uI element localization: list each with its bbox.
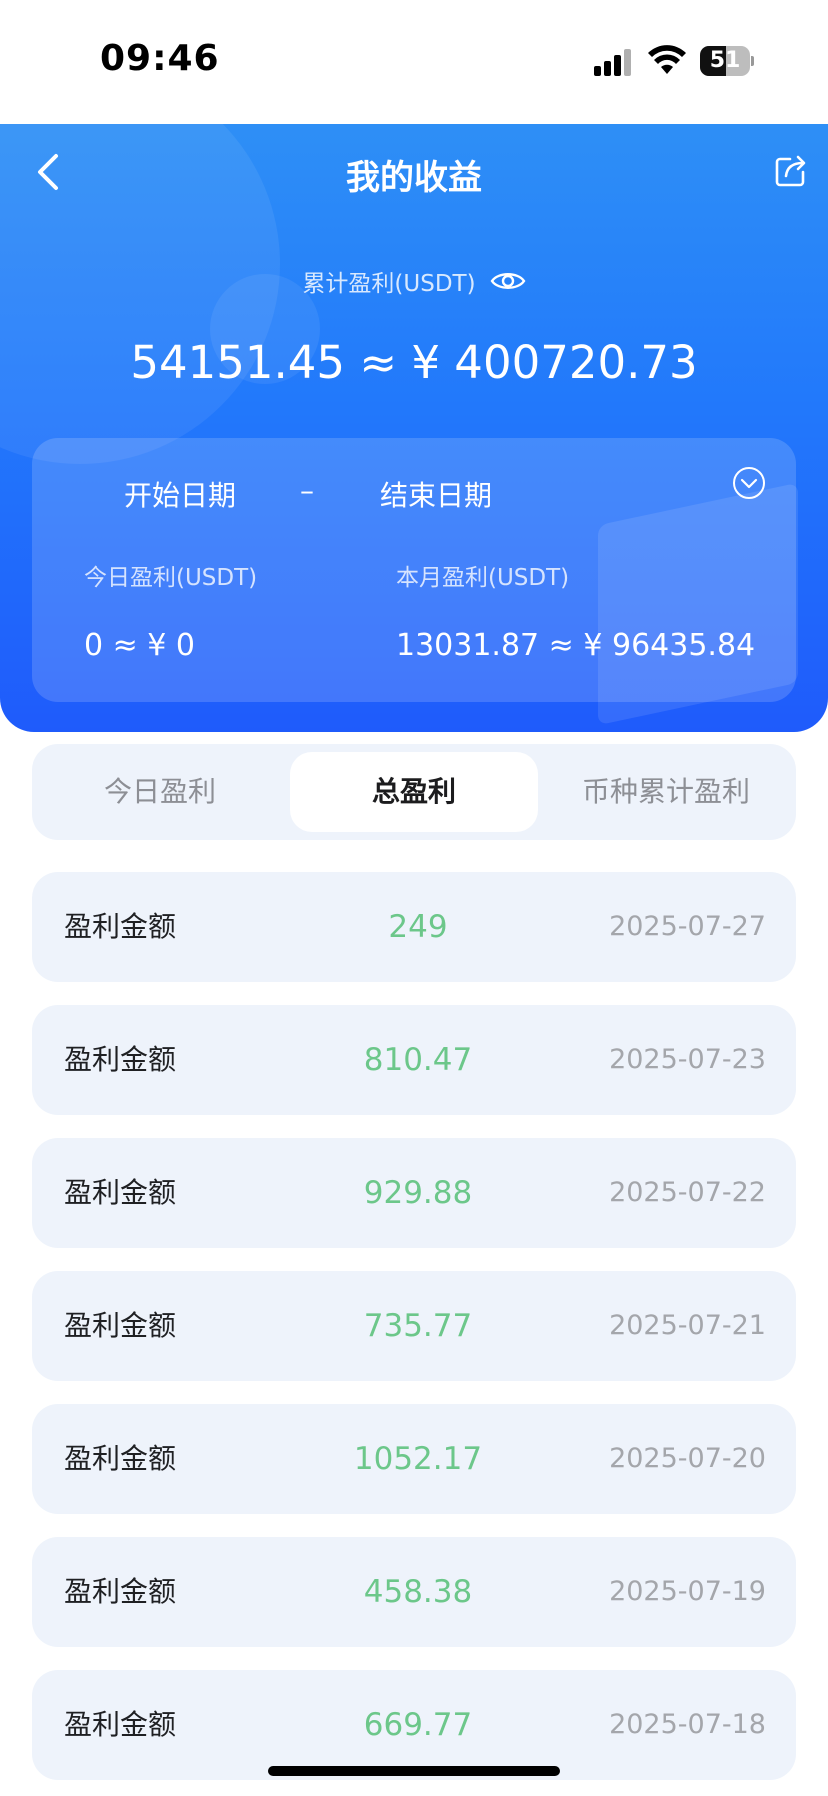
profit-amount-label: 盈利金额 (64, 1442, 177, 1475)
total-profit-value: 54151.45 ≈ ¥ 400720.73 (130, 336, 698, 389)
tab-today-profit[interactable]: 今日盈利 (40, 752, 280, 832)
profit-date: 2025-07-22 (609, 1177, 766, 1208)
today-profit-value: 0 ≈ ¥ 0 (84, 628, 196, 663)
profit-amount-value: 669.77 (363, 1707, 473, 1743)
status-bar: 09:46 51 (0, 0, 828, 124)
list-item[interactable]: 盈利金额 810.47 2025-07-23 (32, 1005, 796, 1115)
home-indicator[interactable] (268, 1766, 560, 1776)
profit-amount-value: 735.77 (363, 1308, 473, 1344)
tab-total-profit[interactable]: 总盈利 (290, 752, 538, 832)
list-item[interactable]: 盈利金额 249 2025-07-27 (32, 872, 796, 982)
profit-amount-value: 1052.17 (353, 1441, 483, 1477)
share-icon[interactable] (774, 152, 808, 188)
profit-amount-label: 盈利金额 (64, 910, 177, 943)
wifi-icon (648, 45, 686, 74)
profit-date: 2025-07-23 (609, 1044, 766, 1075)
earnings-header: 我的收益 累计盈利(USDT) 54151.45 ≈ ¥ 400720.73 开… (0, 124, 828, 732)
month-profit-value: 13031.87 ≈ ¥ 96435.84 (396, 628, 756, 663)
date-separator: – (300, 474, 314, 507)
cellular-signal-icon (594, 48, 634, 76)
today-profit-label: 今日盈利(USDT) (84, 565, 258, 591)
profit-amount-label: 盈利金额 (64, 1043, 177, 1076)
end-date-picker[interactable]: 结束日期 (380, 474, 492, 514)
profit-date: 2025-07-18 (609, 1709, 766, 1740)
start-date-picker[interactable]: 开始日期 (124, 474, 236, 514)
status-time: 09:46 (100, 38, 220, 79)
profit-amount-label: 盈利金额 (64, 1309, 177, 1342)
list-item[interactable]: 盈利金额 458.38 2025-07-19 (32, 1537, 796, 1647)
list-item[interactable]: 盈利金额 735.77 2025-07-21 (32, 1271, 796, 1381)
earnings-page: 09:46 51 我的收益 累计盈利(USDT) 54151.45 ≈ ¥ 40… (0, 0, 828, 1796)
profit-amount-label: 盈利金额 (64, 1708, 177, 1741)
page-title: 我的收益 (346, 158, 482, 198)
eye-icon[interactable] (490, 269, 526, 293)
profit-amount-value: 458.38 (363, 1574, 473, 1610)
battery-icon: 51 (700, 46, 754, 76)
date-range-card: 开始日期 – 结束日期 今日盈利(USDT) 本月盈利(USDT) 0 ≈ ¥ … (32, 438, 796, 702)
total-profit-label: 累计盈利(USDT) (302, 271, 476, 297)
battery-level: 51 (709, 48, 741, 73)
profit-date: 2025-07-27 (609, 911, 766, 942)
profit-amount-value: 810.47 (363, 1042, 473, 1078)
profit-amount-value: 929.88 (363, 1175, 473, 1211)
tab-coin-cumulative-profit[interactable]: 币种累计盈利 (544, 752, 788, 832)
profit-amount-label: 盈利金额 (64, 1575, 177, 1608)
profit-amount-value: 249 (388, 909, 448, 945)
list-item[interactable]: 盈利金额 929.88 2025-07-22 (32, 1138, 796, 1248)
profit-date: 2025-07-20 (609, 1443, 766, 1474)
month-profit-label: 本月盈利(USDT) (396, 565, 570, 591)
profit-tabs: 今日盈利 总盈利 币种累计盈利 (32, 744, 796, 840)
list-item[interactable]: 盈利金额 1052.17 2025-07-20 (32, 1404, 796, 1514)
chevron-down-circle-icon[interactable] (732, 466, 766, 500)
profit-date: 2025-07-19 (609, 1576, 766, 1607)
list-item[interactable]: 盈利金额 669.77 2025-07-18 (32, 1670, 796, 1780)
profit-date: 2025-07-21 (609, 1310, 766, 1341)
total-profit-label-row: 累计盈利(USDT) (0, 264, 828, 298)
profit-amount-label: 盈利金额 (64, 1176, 177, 1209)
